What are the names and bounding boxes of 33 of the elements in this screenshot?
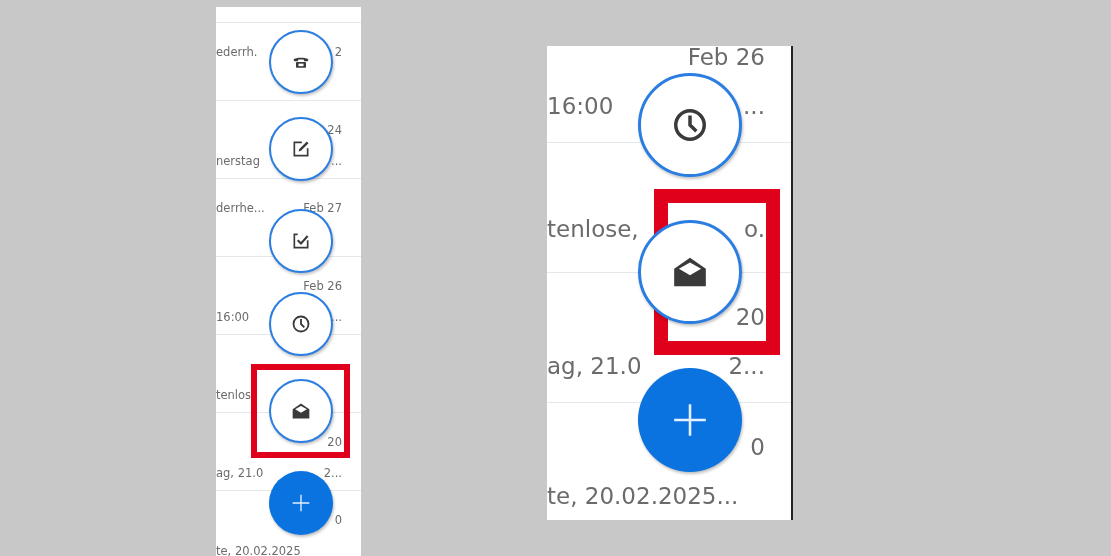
item-date: Feb 26 (687, 46, 765, 71)
item-text: ... (743, 93, 765, 120)
item-date: 24 (327, 124, 342, 138)
item-text: 2... (728, 353, 765, 380)
item-date: 0 (334, 514, 342, 528)
item-text: te, 20.02.2025 (216, 545, 301, 556)
item-text: tenlos (216, 389, 252, 403)
checkbox-icon (291, 231, 311, 251)
item-text: ederrh. (216, 46, 258, 60)
open-envelope-icon (291, 401, 311, 421)
item-text: tenlose, (547, 215, 639, 243)
item-text: o. (744, 215, 765, 243)
clock-icon (671, 106, 709, 144)
item-date: 20 (327, 436, 342, 450)
item-text: ... (331, 311, 342, 325)
item-text: 16:00 (216, 311, 250, 325)
item-date: 2 (334, 46, 342, 60)
clock-icon (291, 314, 311, 334)
item-text: 16:00 (547, 93, 614, 120)
item-text: ... (331, 155, 342, 169)
item-text: nerstag (216, 155, 260, 169)
item-text: te, 20.02.2025... (547, 483, 739, 510)
edit-icon (291, 139, 311, 159)
item-text: 2... (323, 467, 342, 481)
item-text: ag, 21.0 (216, 467, 264, 481)
item-text: derrhe... (216, 202, 265, 216)
item-date: 0 (750, 434, 765, 461)
item-date: 20 (735, 304, 765, 331)
plus-icon (671, 401, 709, 439)
action-button[interactable] (269, 292, 333, 356)
item-date: Feb 26 (303, 280, 342, 294)
item-text: ag, 21.0 (547, 353, 642, 380)
plus-icon (291, 493, 311, 513)
